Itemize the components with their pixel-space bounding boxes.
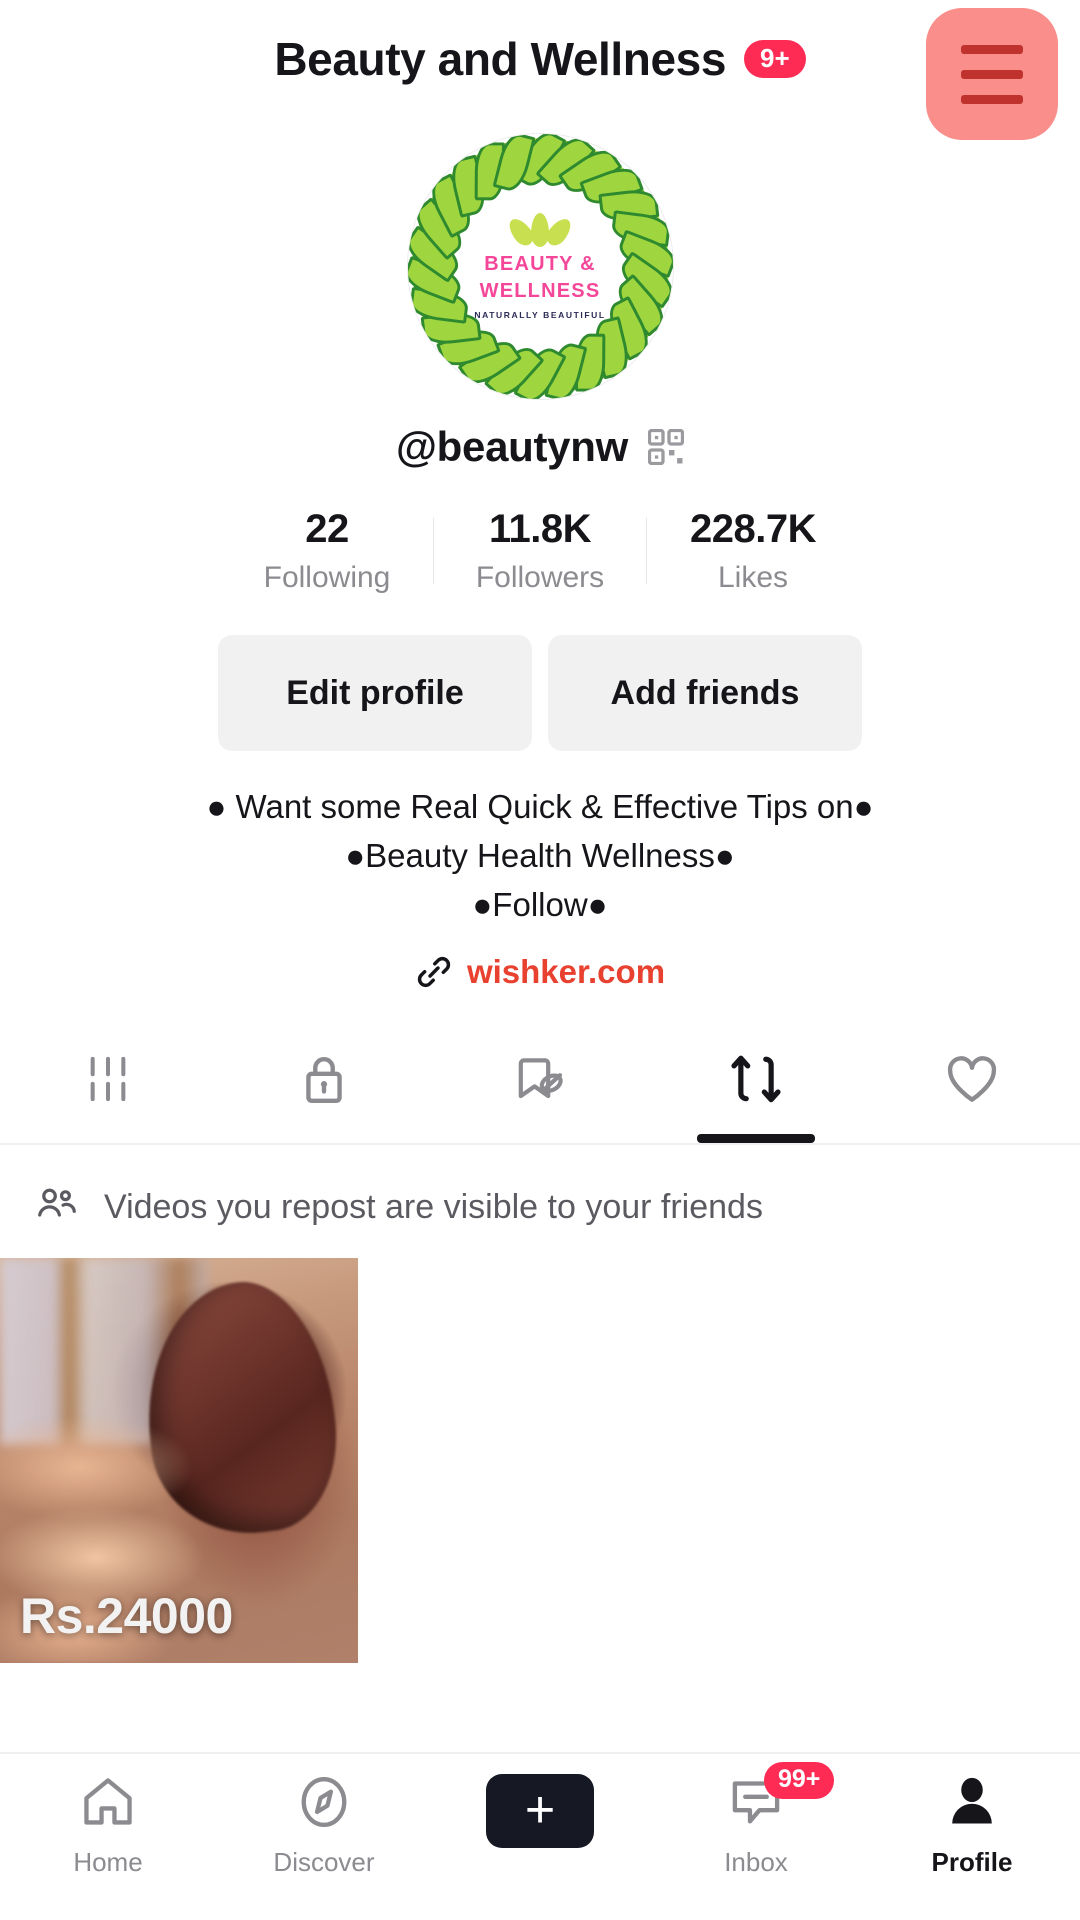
tab-private-underline xyxy=(265,1134,383,1143)
profile-tabs xyxy=(0,1025,1080,1145)
page-title: Beauty and Wellness xyxy=(274,32,726,86)
tab-reposts-underline xyxy=(697,1134,815,1143)
video-thumbnail[interactable]: Rs.24000 xyxy=(0,1258,358,1663)
username: @beautynw xyxy=(396,423,628,471)
nav-item-inbox[interactable]: 99+ Inbox xyxy=(648,1774,864,1878)
profile-actions: Edit profile Add friends xyxy=(0,635,1080,751)
header-title-group[interactable]: Beauty and Wellness 9+ xyxy=(274,32,805,86)
tab-reposts[interactable] xyxy=(648,1025,864,1143)
inbox-badge: 99+ xyxy=(764,1762,834,1799)
bottom-navigation: Home Discover + 99+ xyxy=(0,1752,1080,1920)
tab-hidden-saved[interactable] xyxy=(432,1025,648,1143)
avatar-container: BEAUTY & WELLNESS NATURALLY BEAUTIFUL xyxy=(0,134,1080,399)
tab-liked[interactable] xyxy=(864,1025,1080,1143)
stat-likes[interactable]: 228.7K Likes xyxy=(647,507,859,595)
stat-likes-value: 228.7K xyxy=(647,507,859,552)
qr-code-icon[interactable] xyxy=(648,429,684,465)
stats-row: 22 Following 11.8K Followers 228.7K Like… xyxy=(0,507,1080,595)
menu-bar-2 xyxy=(961,70,1023,79)
bookmark-slash-icon xyxy=(514,1043,566,1117)
lock-icon xyxy=(299,1043,349,1117)
edit-profile-button[interactable]: Edit profile xyxy=(218,635,532,751)
content-spacer xyxy=(0,1663,1080,1752)
stat-following-label: Following xyxy=(221,561,433,595)
nav-label-profile: Profile xyxy=(932,1847,1013,1878)
bio-line-2: ●Beauty Health Wellness● xyxy=(40,832,1040,881)
avatar-logo-line1: BEAUTY & xyxy=(484,252,595,277)
stat-likes-label: Likes xyxy=(647,561,859,595)
menu-bar-3 xyxy=(961,95,1023,104)
plus-glyph: + xyxy=(525,1790,555,1832)
tab-videos-underline xyxy=(49,1134,167,1143)
link-url: wishker.com xyxy=(467,953,665,991)
video-grid: Rs.24000 xyxy=(0,1258,1080,1663)
video-price-overlay: Rs.24000 xyxy=(20,1587,233,1645)
avatar-logo: BEAUTY & WELLNESS NATURALLY BEAUTIFUL xyxy=(474,200,607,333)
grid-bars-icon xyxy=(85,1043,131,1117)
nav-label-inbox: Inbox xyxy=(724,1847,788,1878)
stat-followers[interactable]: 11.8K Followers xyxy=(434,507,646,595)
nav-label-discover: Discover xyxy=(273,1847,374,1878)
nav-item-create[interactable]: + xyxy=(432,1774,648,1860)
avatar-logo-line2: WELLNESS xyxy=(480,279,601,304)
bio-line-3: ●Follow● xyxy=(40,881,1040,930)
menu-bar-1 xyxy=(961,45,1023,54)
link-chain-icon xyxy=(415,953,453,991)
tab-private[interactable] xyxy=(216,1025,432,1143)
bio-line-1: ● Want some Real Quick & Effective Tips … xyxy=(40,783,1040,832)
stat-following-value: 22 xyxy=(221,507,433,552)
stat-followers-label: Followers xyxy=(434,561,646,595)
avatar-logo-tagline: NATURALLY BEAUTIFUL xyxy=(474,310,605,320)
add-friends-button[interactable]: Add friends xyxy=(548,635,862,751)
repost-notice-text: Videos you repost are visible to your fr… xyxy=(104,1188,763,1227)
nav-item-profile[interactable]: Profile xyxy=(864,1774,1080,1878)
tab-hidden-saved-underline xyxy=(481,1134,599,1143)
person-icon xyxy=(944,1774,1000,1835)
create-plus-icon[interactable]: + xyxy=(486,1774,594,1848)
tab-videos[interactable] xyxy=(0,1025,216,1143)
bio-text: ● Want some Real Quick & Effective Tips … xyxy=(0,783,1080,929)
header-notification-badge: 9+ xyxy=(744,40,806,78)
header-bar: Beauty and Wellness 9+ xyxy=(0,0,1080,118)
username-row: @beautynw xyxy=(0,423,1080,471)
people-icon xyxy=(36,1187,80,1228)
tiktok-profile-screen: Beauty and Wellness 9+ BEAUTY & WELLNESS… xyxy=(0,0,1080,1920)
heart-icon xyxy=(945,1043,999,1117)
repost-visibility-notice: Videos you repost are visible to your fr… xyxy=(0,1145,1080,1258)
avatar[interactable]: BEAUTY & WELLNESS NATURALLY BEAUTIFUL xyxy=(408,134,673,399)
nav-label-home: Home xyxy=(73,1847,142,1878)
sprout-leaf-icon xyxy=(512,213,568,247)
hamburger-menu-icon[interactable] xyxy=(926,8,1058,140)
stat-following[interactable]: 22 Following xyxy=(221,507,433,595)
nav-item-home[interactable]: Home xyxy=(0,1774,216,1878)
repost-arrows-icon xyxy=(731,1043,781,1117)
compass-icon xyxy=(296,1774,352,1835)
tab-liked-underline xyxy=(913,1134,1031,1143)
profile-link[interactable]: wishker.com xyxy=(0,953,1080,991)
stat-followers-value: 11.8K xyxy=(434,507,646,552)
home-icon xyxy=(80,1774,136,1835)
nav-item-discover[interactable]: Discover xyxy=(216,1774,432,1878)
